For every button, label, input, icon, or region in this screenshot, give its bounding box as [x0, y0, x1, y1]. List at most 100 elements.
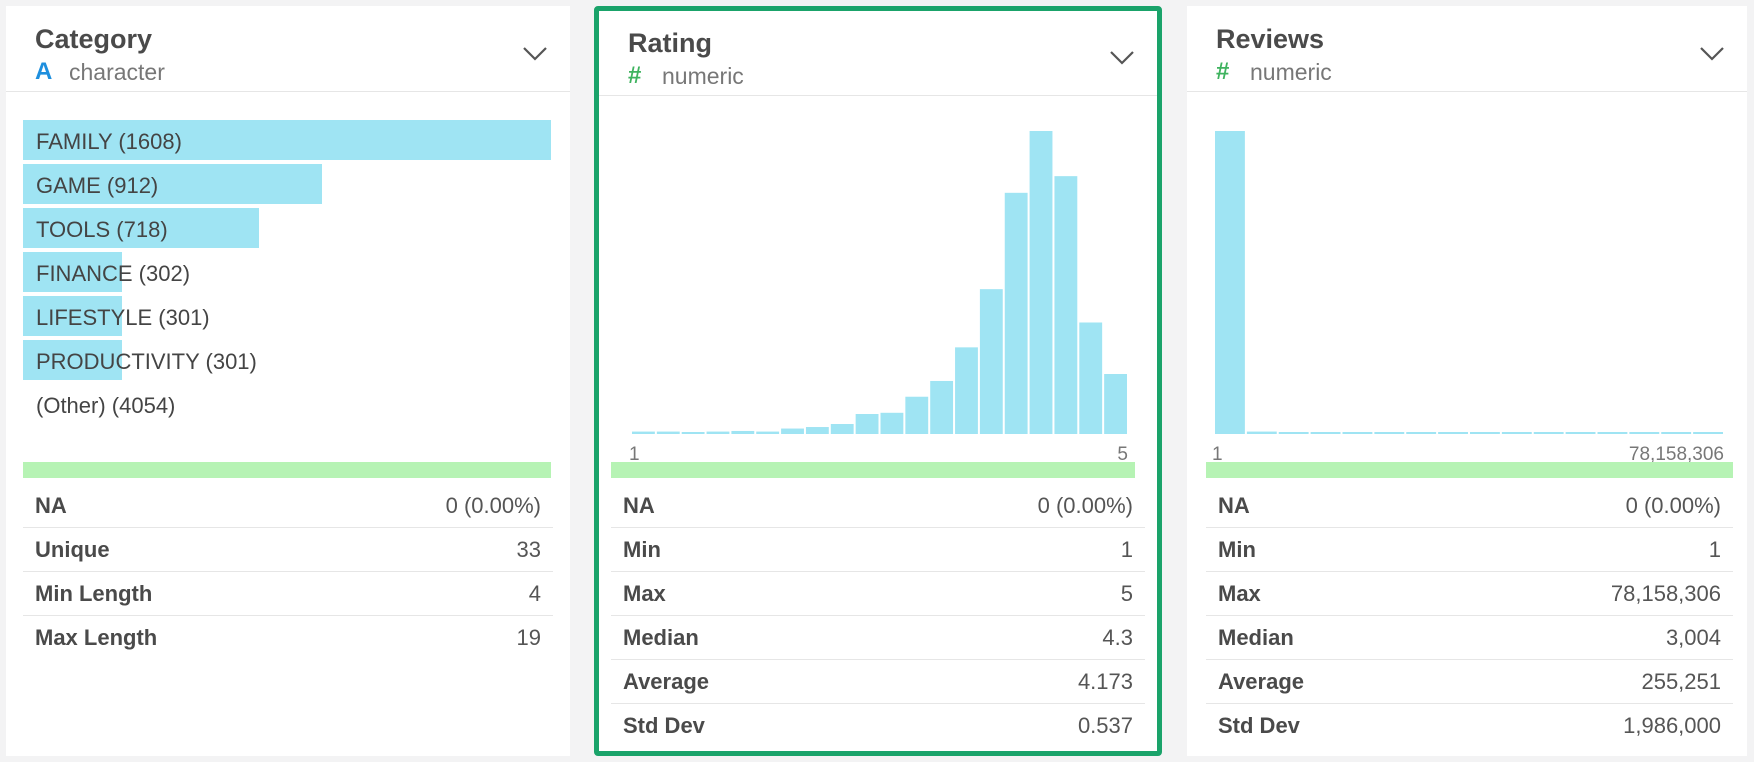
stat-label: NA: [1218, 492, 1250, 518]
rating-histogram[interactable]: 15: [599, 121, 1157, 471]
reviews-histogram[interactable]: 1 78,158,306: [1187, 116, 1747, 466]
histogram-bin[interactable]: [1661, 432, 1692, 434]
histogram-bin[interactable]: [880, 412, 904, 434]
histogram-bin[interactable]: [1246, 431, 1277, 434]
histogram-bin[interactable]: [955, 347, 978, 434]
stat-label: Std Dev: [623, 713, 705, 738]
histogram-bin[interactable]: [1438, 432, 1468, 434]
stat-label: Std Dev: [1218, 713, 1300, 738]
stat-row-max-length: Max Length 19: [23, 616, 553, 660]
histogram-bin[interactable]: [1470, 432, 1500, 434]
chevron-down-icon[interactable]: [1697, 42, 1727, 64]
category-bar-row[interactable]: TOOLS (718): [23, 208, 551, 248]
stat-value: 1: [1708, 536, 1721, 562]
column-header: Category A character: [6, 6, 570, 92]
histogram-bin[interactable]: [656, 431, 680, 434]
histogram-bin[interactable]: [1629, 432, 1660, 434]
histogram-bin[interactable]: [1342, 432, 1373, 434]
stat-value: 4.173: [1077, 668, 1133, 694]
stat-value: 4.3: [1102, 624, 1133, 650]
histogram-bin[interactable]: [1029, 131, 1053, 434]
histogram-bin[interactable]: [930, 380, 954, 434]
stat-value: 78,158,306: [1610, 580, 1721, 606]
histogram-bin[interactable]: [1565, 432, 1596, 434]
histogram-bin[interactable]: [1693, 432, 1723, 434]
histogram-bin[interactable]: [1597, 432, 1628, 434]
histogram-bin[interactable]: [1501, 432, 1532, 434]
histogram-bin[interactable]: [1054, 176, 1078, 434]
histogram-bin[interactable]: [1374, 432, 1405, 434]
histogram-bin[interactable]: [805, 427, 829, 434]
histogram-bin[interactable]: [1278, 432, 1309, 434]
category-bar-label: FINANCE (302): [36, 261, 191, 286]
stat-row-min: Min 1: [1206, 528, 1733, 572]
stat-row-std-dev: Std Dev 0.537: [611, 704, 1145, 748]
stat-value: 0 (0.00%): [1037, 492, 1133, 518]
stat-label: Average: [623, 668, 710, 694]
column-header: Rating # numeric: [599, 10, 1157, 96]
stat-value: 19: [516, 625, 541, 650]
histogram-bin[interactable]: [1533, 432, 1564, 434]
histogram-bin[interactable]: [979, 289, 1003, 434]
category-bar-row[interactable]: FINANCE (302): [23, 252, 551, 292]
chevron-down-icon[interactable]: [1107, 46, 1137, 68]
data-quality-bar: [1206, 462, 1733, 478]
stat-value: 33: [516, 536, 541, 562]
stat-value: 0.537: [1077, 713, 1133, 738]
stat-row-max: Max 5: [611, 572, 1145, 616]
numeric-type-icon: #: [1216, 58, 1230, 85]
histogram-bin[interactable]: [632, 431, 655, 434]
stat-row-max: Max 78,158,306: [1206, 572, 1733, 616]
stat-value: 1,986,000: [1623, 713, 1721, 738]
stat-label: Min: [1218, 536, 1256, 562]
histogram-bin[interactable]: [1104, 374, 1127, 434]
histogram-bin[interactable]: [1004, 192, 1028, 434]
stat-label: Max: [623, 580, 666, 606]
histogram-bin[interactable]: [756, 431, 780, 434]
stat-row-na: NA 0 (0.00%): [611, 484, 1145, 528]
histogram-bin[interactable]: [1310, 432, 1341, 434]
stat-row-na: NA 0 (0.00%): [1206, 484, 1733, 528]
stat-row-std-dev: Std Dev 1,986,000: [1206, 704, 1733, 748]
stat-value: 5: [1120, 580, 1133, 606]
stat-row-average: Average 255,251: [1206, 660, 1733, 704]
histogram-bin[interactable]: [706, 431, 730, 434]
column-type-label: numeric: [662, 62, 744, 89]
histogram-bin[interactable]: [1215, 131, 1245, 434]
histogram-bin[interactable]: [855, 414, 879, 434]
column-type-label: character: [69, 58, 165, 85]
column-card-category[interactable]: Category A character FAMILY (1608) GAME …: [6, 6, 570, 756]
histogram-bin[interactable]: [1079, 322, 1103, 434]
category-bar-row[interactable]: GAME (912): [23, 164, 551, 204]
stat-value: 255,251: [1641, 668, 1721, 694]
character-type-icon: A: [35, 58, 53, 85]
histogram-bin[interactable]: [905, 396, 929, 434]
category-bar-label: PRODUCTIVITY (301): [36, 349, 257, 374]
category-bar-row[interactable]: LIFESTYLE (301): [23, 296, 551, 336]
stat-value: 0 (0.00%): [445, 492, 541, 518]
column-type: A character: [35, 58, 165, 86]
column-stats: NA 0 (0.00%) Unique 33 Min Length 4 Max …: [23, 484, 553, 660]
histogram-bin[interactable]: [830, 424, 854, 434]
column-card-reviews[interactable]: Reviews # numeric 1 78,158,306 NA 0 (0.00…: [1187, 6, 1747, 756]
category-bar-row[interactable]: FAMILY (1608): [23, 120, 551, 160]
stat-label: Median: [623, 624, 699, 650]
stat-label: Min: [623, 536, 661, 562]
column-type: # numeric: [628, 62, 744, 90]
category-other-row[interactable]: (Other) (4054): [23, 384, 551, 424]
column-type: # numeric: [1216, 58, 1332, 86]
column-type-label: numeric: [1250, 58, 1332, 85]
histogram-bin[interactable]: [1406, 432, 1437, 434]
stat-label: NA: [623, 492, 655, 518]
column-name: Rating: [628, 28, 712, 58]
category-bar-row[interactable]: PRODUCTIVITY (301): [23, 340, 551, 380]
histogram-bin[interactable]: [781, 428, 804, 434]
chevron-down-icon[interactable]: [520, 42, 550, 64]
stat-value: 4: [528, 580, 541, 606]
column-stats: NA 0 (0.00%) Min 1 Max 78,158,306 Median…: [1206, 484, 1733, 748]
histogram-bin[interactable]: [731, 430, 755, 434]
column-header: Reviews # numeric: [1187, 6, 1747, 92]
column-card-rating[interactable]: Rating # numeric 15 NA 0 (0.00%) Min 1 M…: [594, 6, 1162, 756]
histogram-bin[interactable]: [681, 432, 705, 434]
stat-label: Average: [1218, 668, 1305, 694]
